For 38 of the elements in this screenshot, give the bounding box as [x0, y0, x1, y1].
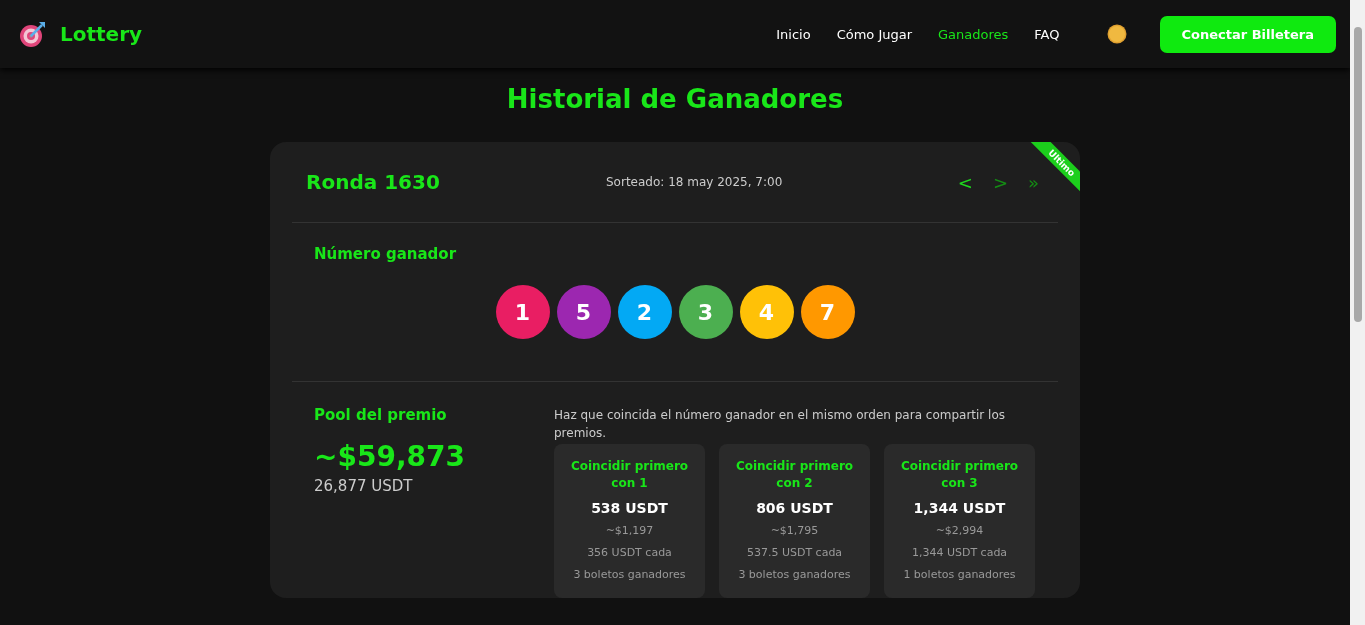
prize-note: Haz que coincida el número ganador en el mismo orden para compartir los premios. — [554, 407, 1007, 442]
nav-link[interactable]: Ganadores — [938, 26, 1009, 42]
winning-tickets: 3 boletos ganadores — [573, 567, 686, 583]
number-ball: 4 — [739, 285, 794, 339]
prize-usd: ~$1,197 — [605, 523, 654, 539]
winning-tickets: 3 boletos ganadores — [738, 567, 851, 583]
scrollbar[interactable] — [1350, 0, 1365, 625]
prize-usd: ~$1,795 — [770, 523, 819, 539]
number-ball: 3 — [678, 285, 733, 339]
number-ball: 7 — [800, 285, 855, 339]
round-title: Ronda 1630 — [306, 170, 441, 194]
prize-title: Coincidir primero con 1 — [569, 458, 690, 492]
nav-link[interactable]: FAQ — [1034, 26, 1060, 42]
draw-date: Sorteado: 18 may 2025, 7:00 — [606, 175, 784, 189]
nav-link[interactable]: Inicio — [776, 26, 811, 42]
page-title: Historial de Ganadores — [506, 84, 844, 114]
prize-title: Coincidir primero con 2 — [734, 458, 855, 492]
section-heading: Pool del premio — [314, 406, 448, 424]
prize-amount: 806 USDT — [756, 500, 833, 516]
prize-amount: 1,344 USDT — [913, 500, 1006, 516]
winning-tickets: 1 boletos ganadores — [903, 567, 1016, 583]
section-heading: Número ganador — [314, 245, 458, 263]
prize-each: 1,344 USDT cada — [911, 545, 1008, 561]
prize-each: 537.5 USDT cada — [746, 545, 843, 561]
number-ball: 1 — [495, 285, 550, 339]
target-icon — [18, 19, 48, 49]
number-ball: 2 — [617, 285, 672, 339]
sun-icon[interactable] — [1105, 23, 1128, 45]
prize-title: Coincidir primero con 3 — [899, 458, 1020, 492]
prize-usd: ~$2,994 — [935, 523, 984, 539]
pool-usdt-amount: 26,877 USDT — [314, 477, 414, 495]
prize-amount: 538 USDT — [591, 500, 668, 516]
pager-button[interactable]: < — [952, 171, 978, 193]
prize-each: 356 USDT cada — [587, 545, 672, 561]
brand-name[interactable]: Lottery — [60, 22, 143, 46]
pool-usd-amount: ~$59,873 — [314, 440, 466, 473]
nav-link[interactable]: Cómo Jugar — [836, 26, 913, 42]
number-ball: 5 — [556, 285, 611, 339]
